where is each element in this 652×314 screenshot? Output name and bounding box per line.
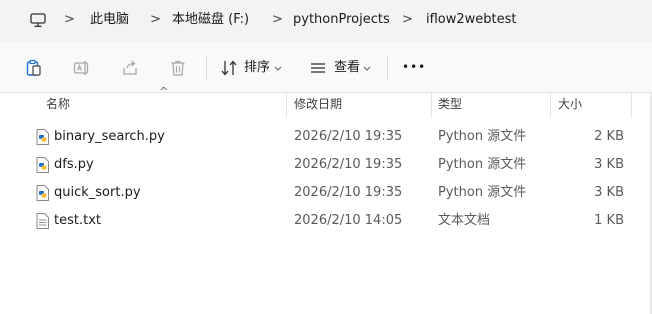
column-divider[interactable] (431, 92, 432, 118)
file-type: Python 源文件 (438, 157, 527, 172)
column-header-modified[interactable]: 修改日期 (294, 96, 342, 112)
file-name: dfs.py (54, 157, 94, 172)
breadcrumb-this-pc[interactable]: 此电脑 (90, 11, 129, 29)
sort-ascending-indicator: ^ (159, 85, 169, 98)
column-divider[interactable] (550, 92, 551, 118)
sort-button-label[interactable]: 排序 (244, 60, 270, 76)
file-modified: 2026/2/10 19:35 (294, 157, 403, 172)
clipboard-icon[interactable] (24, 58, 44, 78)
delete-icon[interactable] (168, 58, 188, 78)
address-bar: > 此电脑 > 本地磁盘 (F:) > pythonProjects > ifl… (0, 0, 652, 42)
file-type: Python 源文件 (438, 129, 527, 144)
column-header-name[interactable]: 名称 (46, 96, 70, 112)
chevron-down-icon[interactable] (274, 66, 282, 71)
column-divider[interactable] (631, 92, 632, 118)
file-type: Python 源文件 (438, 185, 527, 200)
file-size: 2 KB (594, 129, 624, 144)
python-file-icon (36, 185, 49, 201)
file-name: binary_search.py (54, 129, 165, 144)
python-file-icon (36, 129, 49, 145)
column-header-size[interactable]: 大小 (558, 96, 582, 112)
sort-icon[interactable] (219, 58, 239, 78)
breadcrumb-pythonprojects[interactable]: pythonProjects (293, 11, 390, 29)
more-options-icon[interactable]: ••• (402, 59, 426, 75)
file-size: 1 KB (594, 213, 624, 228)
file-row[interactable]: test.txt 2026/2/10 14:05 文本文档 1 KB (26, 207, 638, 235)
file-type: 文本文档 (438, 213, 491, 228)
share-icon[interactable] (120, 58, 140, 78)
text-file-icon (36, 213, 49, 229)
toolbar-divider (387, 56, 388, 80)
command-bar: 排序 查看 ••• (0, 42, 652, 93)
file-name: quick_sort.py (54, 185, 141, 200)
rename-icon[interactable] (72, 58, 92, 78)
file-row[interactable]: binary_search.py 2026/2/10 19:35 Python … (26, 123, 638, 151)
column-divider[interactable] (286, 92, 287, 118)
breadcrumb-drive-f[interactable]: 本地磁盘 (F:) (172, 11, 249, 29)
file-modified: 2026/2/10 19:35 (294, 129, 403, 144)
column-header-type[interactable]: 类型 (438, 96, 462, 112)
file-row[interactable]: quick_sort.py 2026/2/10 19:35 Python 源文件… (26, 179, 638, 207)
chevron-down-icon[interactable] (363, 66, 371, 71)
python-file-icon (36, 157, 49, 173)
breadcrumb-separator[interactable]: > (402, 11, 413, 29)
this-pc-icon[interactable] (29, 11, 47, 29)
breadcrumb-separator[interactable]: > (150, 11, 161, 29)
breadcrumb-separator[interactable]: > (64, 11, 75, 29)
view-icon[interactable] (308, 58, 328, 78)
file-row[interactable]: dfs.py 2026/2/10 19:35 Python 源文件 3 KB (26, 151, 638, 179)
breadcrumb-iflow2webtest[interactable]: iflow2webtest (426, 11, 517, 29)
breadcrumb-separator[interactable]: > (272, 11, 283, 29)
file-size: 3 KB (594, 185, 624, 200)
view-button-label[interactable]: 查看 (334, 60, 360, 76)
file-modified: 2026/2/10 14:05 (294, 213, 403, 228)
toolbar-divider (206, 56, 207, 80)
file-size: 3 KB (594, 157, 624, 172)
file-name: test.txt (54, 213, 101, 228)
file-modified: 2026/2/10 19:35 (294, 185, 403, 200)
